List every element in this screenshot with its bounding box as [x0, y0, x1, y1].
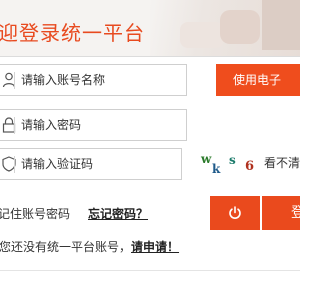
bottom-divider [0, 270, 300, 271]
ca-login-button[interactable] [210, 196, 260, 230]
register-link[interactable]: 请申请！ [131, 240, 179, 254]
header-divider [0, 56, 300, 57]
password-input[interactable] [21, 116, 181, 134]
captcha-refresh-link[interactable]: 看不清 [264, 154, 300, 171]
user-icon [2, 72, 18, 88]
captcha-image[interactable]: w k s 6 [195, 150, 257, 178]
power-icon [229, 206, 241, 219]
field-separator [14, 72, 15, 89]
certificate-login-button[interactable]: 使用电子 [216, 64, 300, 96]
username-input[interactable] [21, 71, 181, 89]
forgot-password-link[interactable]: 忘记密码？ [88, 205, 148, 222]
page-title: 迎登录统一平台 [0, 21, 145, 45]
captcha-char: 6 [245, 159, 255, 174]
shield-icon [2, 156, 18, 172]
login-button[interactable]: 登 [262, 196, 300, 230]
banner-decoration [150, 0, 300, 57]
captcha-field[interactable] [0, 148, 182, 180]
username-field[interactable] [0, 64, 187, 96]
field-separator [14, 156, 15, 173]
header-banner: 迎登录统一平台 [0, 0, 300, 57]
captcha-char: k [212, 162, 221, 176]
captcha-char: s [229, 153, 236, 167]
password-field[interactable] [0, 109, 187, 141]
captcha-char: w [201, 152, 212, 166]
remember-credentials-label[interactable]: 记住账号密码 [0, 205, 70, 222]
register-text: 您还没有统一平台账号， [0, 240, 132, 254]
login-page: 迎登录统一平台 使用电子 [0, 0, 300, 300]
captcha-input[interactable] [21, 155, 181, 173]
lock-icon [2, 117, 18, 133]
register-prompt: 您还没有统一平台账号，请申请！ [0, 238, 179, 255]
field-separator [14, 117, 15, 134]
